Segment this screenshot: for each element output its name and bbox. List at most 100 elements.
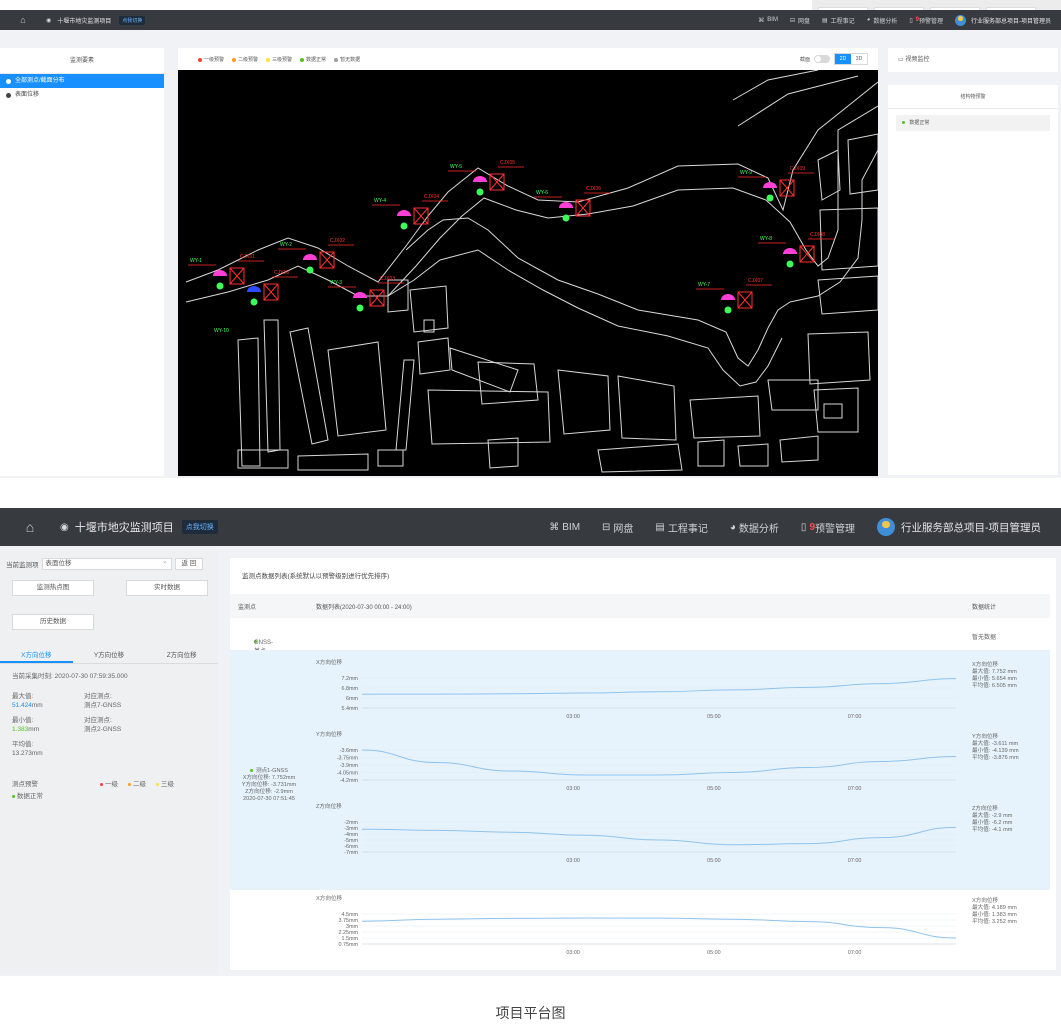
- inclinometer-label: CJX04: [424, 194, 439, 200]
- gnss-antenna-icon: [473, 176, 487, 182]
- top-nav-bar: ⌂ ◉ 十堰市地灾监测项目 点我切换 ⌘ BIM ⊟ 网盘 ▤ 工程事记 ◕ 数据分析 ▯ 9 预警…: [0, 10, 1061, 30]
- video-monitor-button[interactable]: ▭ 视频监控: [888, 48, 1058, 72]
- status-normal-dot: [476, 188, 484, 196]
- tab-z-displacement[interactable]: Z方向位移: [145, 648, 218, 663]
- legend-dot-icon: [266, 57, 271, 62]
- history-side-panel: 当前监测项 表面位移 返 回 监测热点图 实时数据 历史数据 X方向位移 Y方向…: [0, 550, 218, 974]
- section-toggle[interactable]: [814, 55, 830, 63]
- legend-item[interactable]: 一级预警: [198, 56, 224, 63]
- legend-item[interactable]: 数据正常: [300, 56, 326, 63]
- legend-item[interactable]: 二级预警: [232, 56, 258, 63]
- series-line[interactable]: [361, 917, 957, 939]
- inclinometer-label: CJX05: [500, 160, 515, 166]
- min-value: 1.383: [12, 726, 29, 733]
- inclinometer-label: CJX08: [810, 232, 825, 238]
- gnss-antenna-icon: [721, 294, 735, 300]
- nav-calendar[interactable]: ▤ 工程事记: [655, 520, 707, 535]
- home-icon[interactable]: ⌂: [0, 519, 60, 535]
- nav-bim[interactable]: ⌘ BIM: [549, 522, 580, 533]
- user-avatar-icon[interactable]: [877, 518, 895, 536]
- gnss-point-label: WY-3: [330, 280, 342, 286]
- tab-x-displacement[interactable]: X方向位移: [0, 648, 73, 663]
- view-2d-button[interactable]: 2D: [835, 54, 851, 64]
- warning-level-item: 一级: [100, 780, 118, 789]
- legend-item[interactable]: 三级预警: [266, 56, 292, 63]
- realtime-data-button[interactable]: 实时数据: [126, 580, 208, 596]
- view-3d-button[interactable]: 3D: [851, 54, 867, 64]
- status-normal-dot: [766, 194, 774, 202]
- nav-bell[interactable]: ▯ 9 预警管理: [909, 16, 943, 25]
- user-avatar-icon[interactable]: [955, 14, 966, 26]
- home-icon[interactable]: ⌂: [0, 15, 46, 25]
- warning-level-label: 一级: [105, 781, 118, 788]
- nav-cloud-disk[interactable]: ⊟ 网盘: [790, 16, 810, 25]
- monitor-point-marker[interactable]: CJX05 WY-5: [448, 160, 524, 196]
- max-point-block: 对应测点: 测点7-GNSS: [84, 692, 121, 710]
- max-value: 51.424: [12, 702, 32, 709]
- nav-calendar[interactable]: ▤ 工程事记: [822, 16, 855, 25]
- stat-avg: 平均值: -4.1 mm: [972, 827, 1013, 833]
- nav-cloud-disk[interactable]: ⊟ 网盘: [602, 520, 633, 535]
- series-line[interactable]: [361, 826, 957, 846]
- user-name[interactable]: 行业服务部总项目-项目管理员: [901, 520, 1041, 535]
- monitor-item-row: 当前监测项 表面位移 返 回: [6, 557, 204, 570]
- monitor-point-marker[interactable]: CJX02 WY-2: [278, 238, 354, 274]
- inclinometer-cross: [229, 267, 245, 285]
- project-title: 十堰市地灾监测项目: [57, 18, 112, 25]
- chart-stat-block: Z方向位移 最大值: -2.9 mm 最小值: -6.2 mm 平均值: -4.1 m…: [972, 806, 1012, 834]
- top-nav-bar-2: ⌂ ◉ 十堰市地灾监测项目 点我切换 ⌘ BIM ⊟ 网盘 ▤ 工程事记 ◕ 数据分析 ▯ 9 预警…: [0, 508, 1061, 546]
- nav-label: 网盘: [613, 523, 634, 535]
- x-tick-label: 07:00: [848, 714, 862, 720]
- nav-label: BIM: [767, 17, 778, 23]
- status-item-normal[interactable]: 数据正常: [896, 115, 1050, 131]
- stat-title: Y方向位移: [972, 734, 999, 740]
- series-line[interactable]: [361, 678, 957, 695]
- legend-dot-icon: [232, 57, 237, 62]
- nav-bell[interactable]: ▯ 9 预警管理: [801, 520, 855, 535]
- inclinometer-label: CJX02: [330, 238, 345, 244]
- pie-chart-icon: ◕: [729, 521, 736, 533]
- history-data-button[interactable]: 历史数据: [12, 614, 94, 630]
- heatmap-button[interactable]: 监测热点图: [12, 580, 94, 596]
- max-point-label: 对应测点:: [84, 693, 112, 700]
- warning-level-label: 二级: [133, 781, 146, 788]
- stat-avg: 平均值: 3.252 mm: [972, 919, 1017, 925]
- tab-y-displacement[interactable]: Y方向位移: [73, 648, 146, 663]
- y-tick-label: -3.6mm: [340, 748, 359, 754]
- return-button[interactable]: 返 回: [174, 558, 204, 570]
- monitor-item-select[interactable]: 表面位移: [41, 557, 172, 570]
- nav-pie-chart[interactable]: ◕ 数据分析: [867, 16, 898, 25]
- bim-icon: ⌘: [549, 521, 560, 533]
- current-monitor-label: 当前监测项: [6, 562, 39, 569]
- series-line[interactable]: [361, 749, 957, 776]
- legend-item[interactable]: 暂无数据: [334, 56, 360, 63]
- nav-label: 工程事记: [830, 18, 855, 25]
- inclinometer-cross: [575, 199, 591, 217]
- nav-bim[interactable]: ⌘ BIM: [758, 17, 778, 24]
- monitor-point-marker[interactable]: CJX07 WY-7: [696, 278, 772, 314]
- chart-title: Z方向位移: [316, 802, 342, 810]
- point-warning-label: 测点预警: [12, 781, 38, 788]
- menu-item-all-points[interactable]: 全部测点/截面分布: [0, 74, 164, 88]
- switch-project-button[interactable]: 点我切换: [181, 520, 218, 534]
- monitor-point-marker[interactable]: CJX06 WY-6: [534, 186, 610, 222]
- user-name[interactable]: 行业服务部总项目-项目管理员: [971, 16, 1051, 25]
- inclinometer-label: CJX01: [240, 254, 255, 260]
- monitor-point-marker[interactable]: CJX10: [247, 270, 298, 306]
- x-tick-label: 05:00: [707, 950, 721, 956]
- menu-item-surface-displacement[interactable]: 表面位移: [0, 88, 164, 102]
- y-tick-label: 6.8mm: [342, 686, 359, 692]
- max-unit: mm: [31, 702, 43, 709]
- map-panel: 一级预警 二级预警 三级预警 数据正常 暂无数据 截面 2D 3D CJX01 …: [178, 48, 879, 476]
- menu-item-label: 全部测点/截面分布: [15, 78, 65, 84]
- switch-project-button[interactable]: 点我切换: [119, 15, 146, 25]
- video-camera-icon: ▭: [898, 57, 904, 63]
- inclinometer-cross: [319, 251, 335, 269]
- stat-title: X方向位移: [972, 662, 999, 668]
- nav-label: 工程事记: [667, 523, 708, 535]
- site-map[interactable]: CJX01 WY-1 CJX02 WY-2 CJX03 WY-3 CJX04 WY-4 CJX0…: [178, 69, 879, 476]
- x-tick-label: 05:00: [707, 786, 721, 792]
- line-chart: X方向位移 7.2mm 6.8mm 6mm 5.4mm 03:00 05:00 07:00: [316, 658, 957, 720]
- nav-pie-chart[interactable]: ◕ 数据分析: [730, 520, 779, 535]
- inclinometer-cross: [413, 207, 429, 225]
